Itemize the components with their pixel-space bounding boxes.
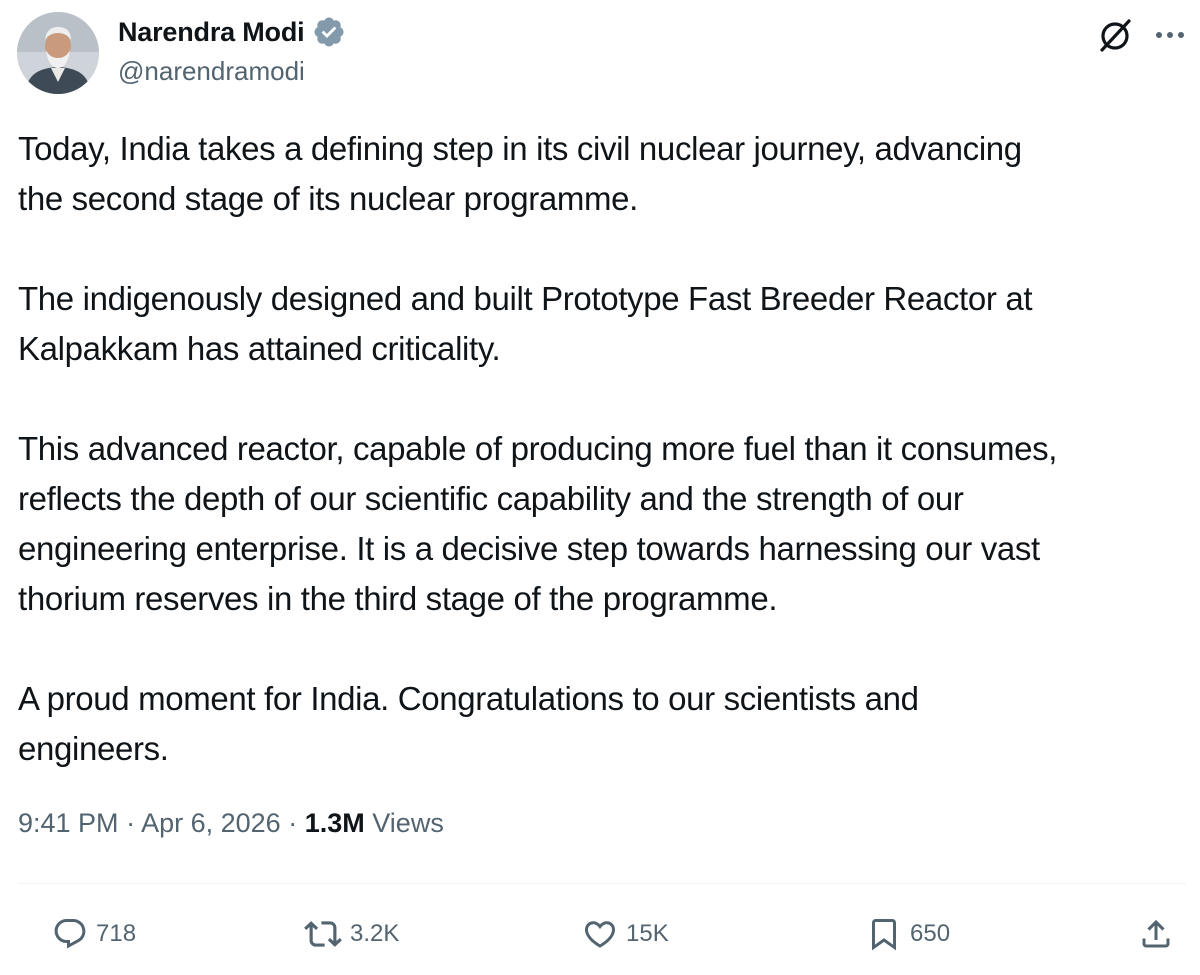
divider <box>18 883 1186 884</box>
tweet-paragraph: A proud moment for India. Congratulation… <box>18 674 1188 774</box>
meta-separator: · <box>126 808 136 838</box>
repost-button[interactable]: 3.2K <box>304 914 399 954</box>
tweet-time[interactable]: 9:41 PM <box>18 808 119 838</box>
bookmark-button[interactable]: 650 <box>866 914 950 954</box>
meta-separator: · <box>288 808 298 838</box>
author-handle[interactable]: @narendramodi <box>118 56 305 87</box>
repost-count: 3.2K <box>350 920 400 947</box>
tweet-line: the second stage of its nuclear programm… <box>18 180 638 217</box>
views-label: Views <box>372 808 444 838</box>
tweet-line: The indigenously designed and built Prot… <box>18 280 1033 317</box>
heart-icon <box>584 921 616 948</box>
views-count: 1.3M <box>304 808 365 838</box>
tweet-date[interactable]: Apr 6, 2026 <box>141 808 281 838</box>
tweet-meta: 9:41 PM · Apr 6, 2026 · 1.3M Views <box>18 808 444 839</box>
profile-photo <box>17 12 99 94</box>
verified-badge-icon[interactable] <box>312 15 346 49</box>
more-icon[interactable] <box>1152 20 1188 50</box>
tweet-paragraph: This advanced reactor, capable of produc… <box>18 424 1188 624</box>
avatar[interactable] <box>17 12 99 94</box>
author-display-name[interactable]: Narendra Modi <box>118 17 305 48</box>
tweet-line: A proud moment for India. Congratulation… <box>18 680 919 717</box>
tweet-paragraph: The indigenously designed and built Prot… <box>18 274 1188 374</box>
repost-icon <box>304 921 342 947</box>
tweet-line: Today, India takes a defining step in it… <box>18 130 1022 167</box>
tweet-card: Narendra Modi @narendramodi Today, India… <box>0 0 1200 975</box>
share-icon <box>1142 919 1170 948</box>
reply-icon <box>54 919 86 949</box>
tweet-line: reflects the depth of our scientific cap… <box>18 480 964 517</box>
bookmark-count: 650 <box>910 920 951 947</box>
tweet-line: engineers. <box>18 730 169 767</box>
tweet-line: Kalpakkam has attained criticality. <box>18 330 501 367</box>
share-button[interactable] <box>1138 914 1174 954</box>
bookmark-icon <box>872 919 896 951</box>
grok-icon[interactable] <box>1096 16 1134 54</box>
tweet-text: Today, India takes a defining step in it… <box>18 124 1188 774</box>
reply-button[interactable]: 718 <box>52 914 136 954</box>
reply-count: 718 <box>96 920 137 947</box>
tweet-line: thorium reserves in the third stage of t… <box>18 580 778 617</box>
tweet-line: This advanced reactor, capable of produc… <box>18 430 1058 467</box>
like-button[interactable]: 15K <box>582 914 669 954</box>
tweet-line: engineering enterprise. It is a decisive… <box>18 530 1040 567</box>
author-name-row: Narendra Modi <box>118 14 346 50</box>
tweet-paragraph: Today, India takes a defining step in it… <box>18 124 1188 224</box>
like-count: 15K <box>626 920 669 947</box>
